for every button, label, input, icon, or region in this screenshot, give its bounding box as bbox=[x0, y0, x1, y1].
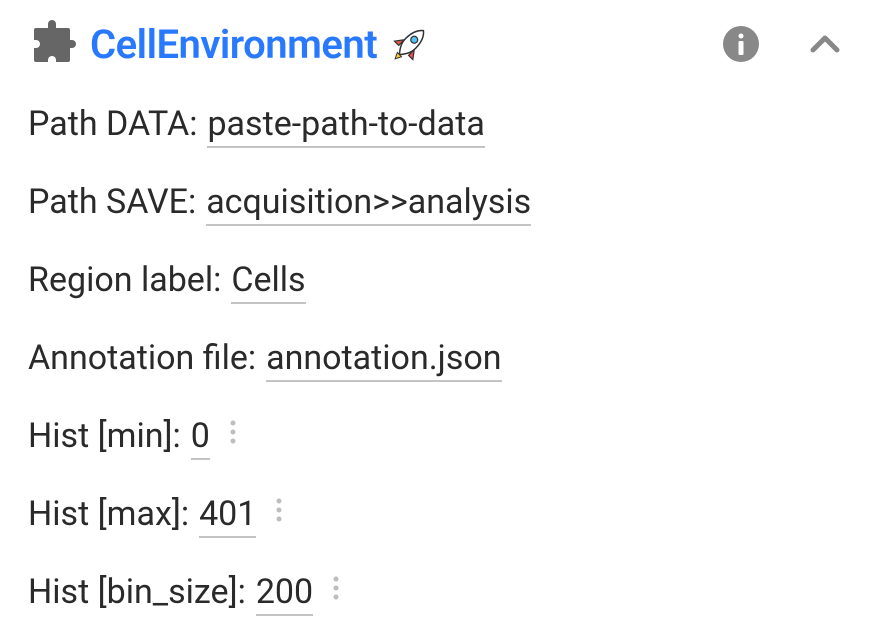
more-options-icon[interactable] bbox=[327, 573, 345, 603]
field-label: Path SAVE: bbox=[28, 182, 196, 222]
info-icon[interactable] bbox=[721, 24, 761, 64]
chevron-up-icon[interactable] bbox=[803, 22, 847, 66]
field-annotation-file: Annotation file: annotation.json bbox=[28, 338, 847, 382]
puzzle-icon bbox=[28, 20, 76, 68]
field-region-label: Region label: Cells bbox=[28, 260, 847, 304]
panel-title: CellEnvironment bbox=[90, 21, 377, 68]
path-save-input[interactable]: acquisition>>analysis bbox=[206, 182, 531, 226]
region-label-input[interactable]: Cells bbox=[231, 260, 305, 304]
field-label: Hist [bin_size]: bbox=[28, 572, 246, 612]
field-label: Region label: bbox=[28, 260, 221, 300]
hist-max-input[interactable]: 401 bbox=[199, 494, 256, 538]
more-options-icon[interactable] bbox=[224, 417, 242, 447]
field-label: Annotation file: bbox=[28, 338, 256, 378]
hist-bin-size-input[interactable]: 200 bbox=[256, 572, 313, 616]
more-options-icon[interactable] bbox=[270, 495, 288, 525]
rocket-icon[interactable] bbox=[389, 23, 431, 65]
field-hist-min: Hist [min]: 0 bbox=[28, 416, 847, 460]
field-hist-max: Hist [max]: 401 bbox=[28, 494, 847, 538]
field-path-data: Path DATA: paste-path-to-data bbox=[28, 104, 847, 148]
hist-min-input[interactable]: 0 bbox=[191, 416, 210, 460]
field-label: Path DATA: bbox=[28, 104, 197, 144]
annotation-file-input[interactable]: annotation.json bbox=[266, 338, 501, 382]
field-path-save: Path SAVE: acquisition>>analysis bbox=[28, 182, 847, 226]
field-label: Hist [max]: bbox=[28, 494, 189, 534]
field-label: Hist [min]: bbox=[28, 416, 181, 456]
panel-header: CellEnvironment bbox=[28, 20, 847, 68]
field-hist-bin-size: Hist [bin_size]: 200 bbox=[28, 572, 847, 616]
path-data-input[interactable]: paste-path-to-data bbox=[207, 104, 484, 148]
